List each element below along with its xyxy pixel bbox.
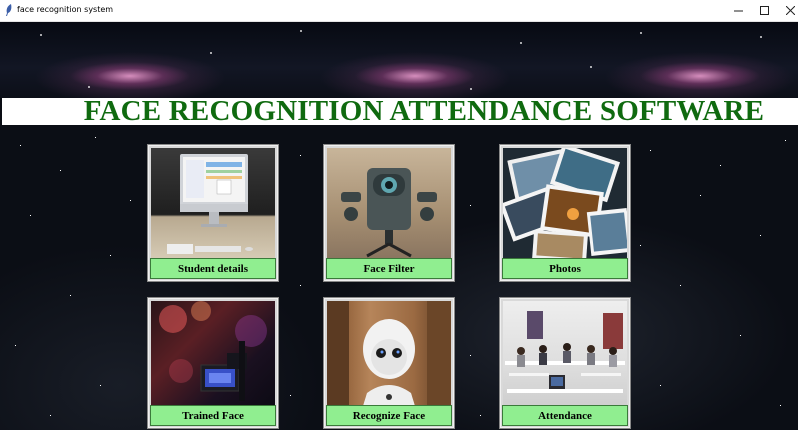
tile-trained-face: Trained Face <box>148 298 278 428</box>
tile-attendance: Attendance <box>500 298 630 428</box>
galaxy-banner-image <box>0 22 798 98</box>
maximize-button[interactable] <box>752 2 776 19</box>
tile-face-filter: Face Filter <box>324 145 454 281</box>
minimize-button[interactable] <box>726 2 750 19</box>
close-button[interactable] <box>778 2 798 19</box>
close-icon <box>785 6 795 15</box>
feather-icon <box>6 4 12 16</box>
recognize-face-button[interactable]: Recognize Face <box>326 405 452 426</box>
imac-desk-photo <box>151 148 275 259</box>
tile-recognize-face: Recognize Face <box>324 298 454 428</box>
camera-lights-photo <box>151 301 275 406</box>
classroom-photo <box>503 301 627 406</box>
student-details-button[interactable]: Student details <box>150 258 276 279</box>
minimize-icon <box>733 10 743 12</box>
tile-photos: Photos <box>500 145 630 281</box>
window-titlebar: face recognition system <box>0 0 798 22</box>
camera-rig-photo <box>327 148 451 259</box>
face-filter-button[interactable]: Face Filter <box>326 258 452 279</box>
title-banner: FACE RECOGNITION ATTENDANCE SOFTWARE <box>2 95 798 127</box>
maximize-icon <box>759 6 769 15</box>
photos-button[interactable]: Photos <box>502 258 628 279</box>
robot-photo <box>327 301 451 406</box>
attendance-button[interactable]: Attendance <box>502 405 628 426</box>
page-title: FACE RECOGNITION ATTENDANCE SOFTWARE <box>83 95 765 127</box>
scattered-photos <box>503 148 627 259</box>
trained-face-button[interactable]: Trained Face <box>150 405 276 426</box>
tile-student-details: Student details <box>148 145 278 281</box>
window-title: face recognition system <box>17 5 114 14</box>
